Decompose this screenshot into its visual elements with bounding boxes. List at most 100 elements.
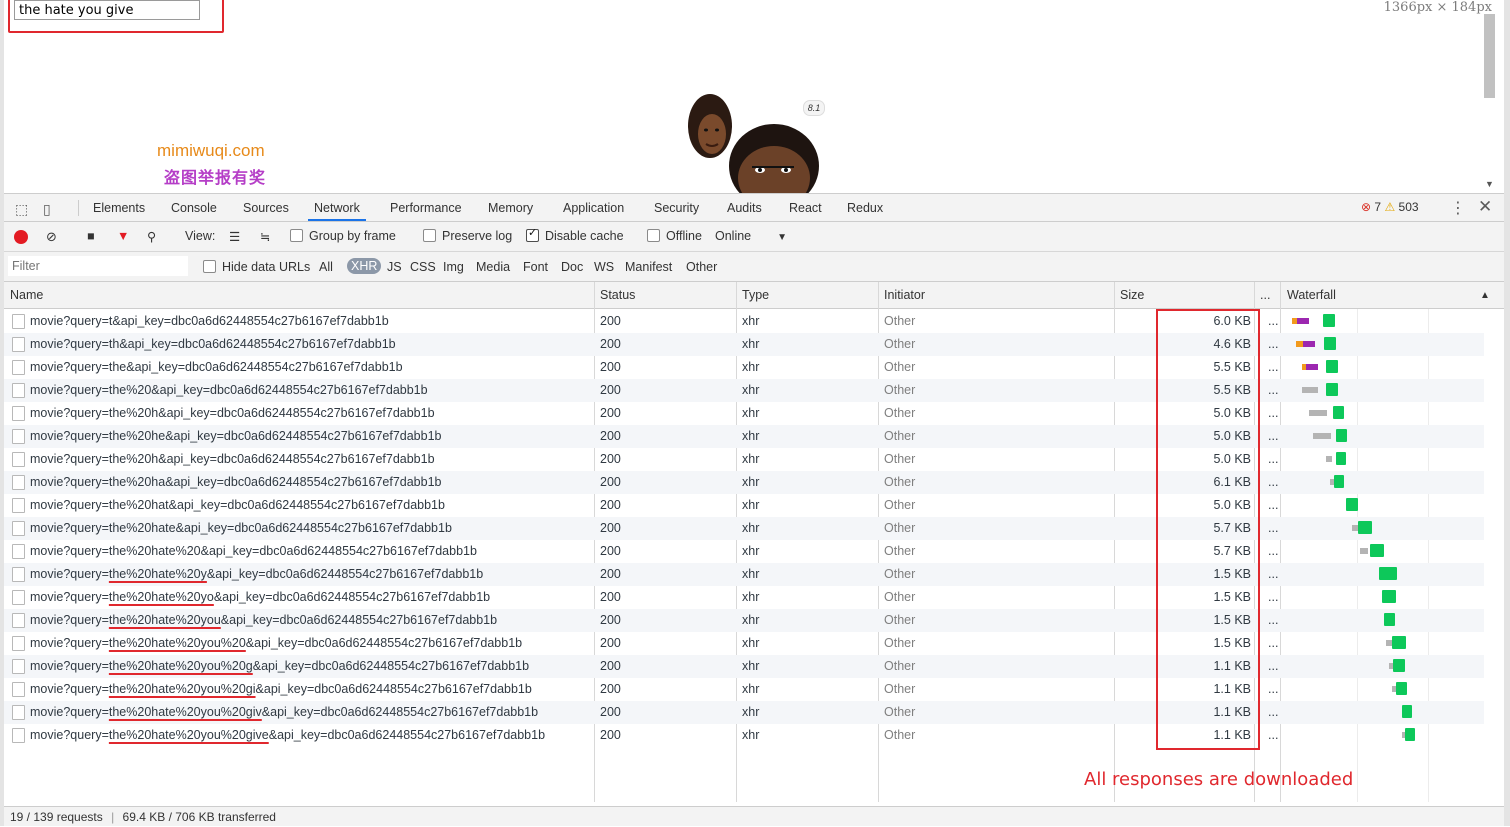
filter-type-media[interactable]: Media [476,260,510,274]
close-icon[interactable]: ✕ [1478,197,1492,217]
scrollbar-thumb[interactable] [1484,14,1495,98]
column-header-name[interactable]: Name [10,288,43,302]
request-name[interactable]: movie?query=the%20he&api_key=dbc0a6d6244… [30,429,442,443]
request-name[interactable]: movie?query=th&api_key=dbc0a6d62448554c2… [30,337,396,351]
throttle-select[interactable]: Online ▼ [715,229,787,243]
request-name[interactable]: movie?query=the%20ha&api_key=dbc0a6d6244… [30,475,442,489]
request-name[interactable]: movie?query=the%20hate%20y&api_key=dbc0a… [30,567,483,581]
table-row[interactable]: movie?query=th&api_key=dbc0a6d62448554c2… [4,333,1484,356]
warning-icon: ⚠ [1384,200,1396,214]
filter-icon[interactable]: ▼ [117,229,129,243]
request-name[interactable]: movie?query=the%20&api_key=dbc0a6d624485… [30,383,428,397]
table-row[interactable]: movie?query=the%20hate%20you%20gi&api_ke… [4,678,1484,701]
request-api-key: &api_key=dbc0a6d62448554c27b6167ef7dabb1… [119,337,396,351]
filter-input[interactable] [8,256,188,276]
record-icon[interactable] [14,230,28,244]
table-row[interactable]: movie?query=the%20hat&api_key=dbc0a6d624… [4,494,1484,517]
tab-performance[interactable]: Performance [390,194,462,221]
more-options-icon[interactable]: ⋮ [1450,198,1466,218]
table-row[interactable]: movie?query=the%20h&api_key=dbc0a6d62448… [4,448,1484,471]
sort-up-icon[interactable]: ▲ [1480,290,1490,301]
request-name[interactable]: movie?query=the%20h&api_key=dbc0a6d62448… [30,406,435,420]
request-api-key: &api_key=dbc0a6d62448554c27b6167ef7dabb1… [213,590,491,604]
request-name[interactable]: movie?query=the%20hate%20yo&api_key=dbc0… [30,590,490,604]
table-row[interactable]: movie?query=the%20hate%20you%20give&api_… [4,724,1484,747]
tab-console[interactable]: Console [171,194,217,221]
preserve-log-checkbox[interactable]: Preserve log [423,229,512,243]
filter-type-ws[interactable]: WS [594,260,614,274]
request-path: movie?query= [30,544,109,558]
table-row[interactable]: movie?query=the&api_key=dbc0a6d62448554c… [4,356,1484,379]
table-row[interactable]: movie?query=the%20hate%20&api_key=dbc0a6… [4,540,1484,563]
column-header-waterfall[interactable]: Waterfall [1287,288,1336,302]
column-header-type[interactable]: Type [742,288,769,302]
request-file-icon [12,636,25,651]
table-row[interactable]: movie?query=the%20hate&api_key=dbc0a6d62… [4,517,1484,540]
request-name[interactable]: movie?query=the%20hate%20you%20g&api_key… [30,659,529,673]
table-row[interactable]: movie?query=the%20hate%20you%20g&api_key… [4,655,1484,678]
scroll-down-arrow-icon[interactable]: ▼ [1485,179,1494,189]
overview-icon[interactable]: ≒ [260,229,271,244]
request-name[interactable]: movie?query=the%20hate%20you%20gi&api_ke… [30,682,532,696]
column-header-size[interactable]: Size [1120,288,1144,302]
table-row[interactable]: movie?query=the%20hate%20you&api_key=dbc… [4,609,1484,632]
request-name[interactable]: movie?query=t&api_key=dbc0a6d62448554c27… [30,314,389,328]
table-row[interactable]: movie?query=the%20ha&api_key=dbc0a6d6244… [4,471,1484,494]
request-type: xhr [742,360,760,374]
request-file-icon [12,659,25,674]
inspect-element-icon[interactable]: ⬚ [15,201,28,218]
capture-screenshots-icon[interactable]: ■ [87,229,95,243]
request-name[interactable]: movie?query=the&api_key=dbc0a6d62448554c… [30,360,403,374]
device-toolbar-icon[interactable]: ▯ [43,201,51,218]
table-row[interactable]: movie?query=t&api_key=dbc0a6d62448554c27… [4,310,1484,333]
table-row[interactable]: movie?query=the%20he&api_key=dbc0a6d6244… [4,425,1484,448]
tab-audits[interactable]: Audits [727,194,762,221]
table-row[interactable]: movie?query=the%20hate%20you%20&api_key=… [4,632,1484,655]
filter-type-manifest[interactable]: Manifest [625,260,672,274]
waterfall-bar [1336,452,1346,465]
tab-application[interactable]: Application [563,194,624,221]
page-scrollbar[interactable]: ▼ [1482,0,1496,193]
filter-type-js[interactable]: JS [387,260,402,274]
column-header-more[interactable]: ... [1260,288,1270,302]
tab-react[interactable]: React [789,194,822,221]
large-rows-icon[interactable]: ☰ [229,229,240,244]
table-row[interactable]: movie?query=the%20&api_key=dbc0a6d624485… [4,379,1484,402]
waterfall-bar [1384,613,1395,626]
request-name[interactable]: movie?query=the%20hate%20you%20give&api_… [30,728,545,742]
tab-sources[interactable]: Sources [243,194,289,221]
filter-type-doc[interactable]: Doc [561,260,583,274]
filter-type-css[interactable]: CSS [410,260,436,274]
filter-type-img[interactable]: Img [443,260,464,274]
clear-icon[interactable]: ⊘ [46,229,57,245]
table-row[interactable]: movie?query=the%20hate%20y&api_key=dbc0a… [4,563,1484,586]
column-header-initiator[interactable]: Initiator [884,288,925,302]
request-name[interactable]: movie?query=the%20hat&api_key=dbc0a6d624… [30,498,445,512]
hide-data-urls-checkbox[interactable]: Hide data URLs [203,260,310,274]
tab-security[interactable]: Security [654,194,699,221]
offline-checkbox[interactable]: Offline [647,229,702,243]
table-row[interactable]: movie?query=the%20hate%20you%20giv&api_k… [4,701,1484,724]
column-header-status[interactable]: Status [600,288,635,302]
request-name[interactable]: movie?query=the%20hate&api_key=dbc0a6d62… [30,521,452,535]
tab-elements[interactable]: Elements [93,194,145,221]
filter-type-font[interactable]: Font [523,260,548,274]
request-name[interactable]: movie?query=the%20hate%20you&api_key=dbc… [30,613,497,627]
request-name[interactable]: movie?query=the%20hate%20you%20giv&api_k… [30,705,538,719]
table-row[interactable]: movie?query=the%20hate%20yo&api_key=dbc0… [4,586,1484,609]
filter-type-other[interactable]: Other [686,260,717,274]
filter-type-all[interactable]: All [319,260,333,274]
disable-cache-checkbox[interactable]: Disable cache [526,226,624,243]
tab-redux[interactable]: Redux [847,194,883,221]
error-warning-counter[interactable]: ⊗ 7 ⚠ 503 [1361,200,1419,214]
request-name[interactable]: movie?query=the%20h&api_key=dbc0a6d62448… [30,452,435,466]
search-icon[interactable]: ⚲ [147,229,156,244]
request-name[interactable]: movie?query=the%20hate%20&api_key=dbc0a6… [30,544,477,558]
tab-network[interactable]: Network [308,194,366,221]
group-by-frame-checkbox[interactable]: Group by frame [290,229,396,243]
request-name[interactable]: movie?query=the%20hate%20you%20&api_key=… [30,636,522,650]
movie-search-input[interactable] [14,0,200,20]
table-row[interactable]: movie?query=the%20h&api_key=dbc0a6d62448… [4,402,1484,425]
tab-memory[interactable]: Memory [488,194,533,221]
filter-type-xhr[interactable]: XHR [347,258,382,274]
